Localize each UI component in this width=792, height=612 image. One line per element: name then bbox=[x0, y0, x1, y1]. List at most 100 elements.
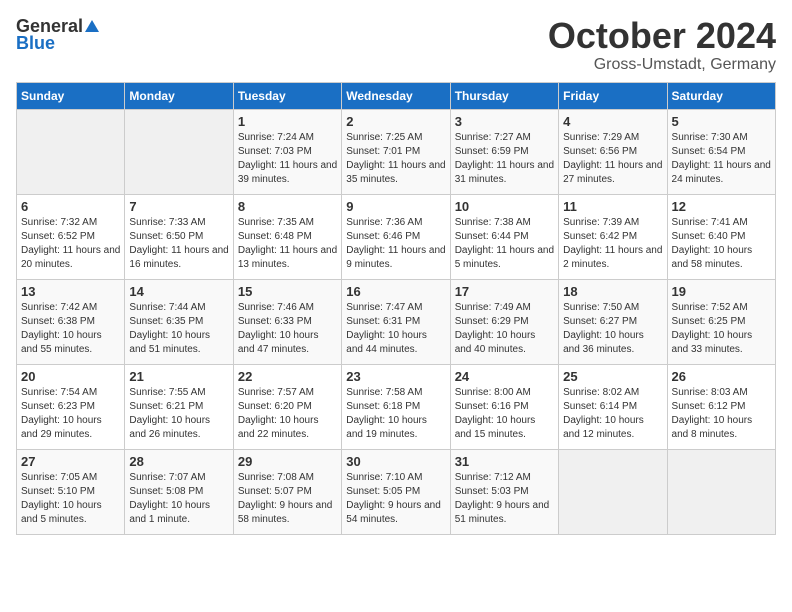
cell-info: Sunrise: 8:00 AMSunset: 6:16 PMDaylight:… bbox=[455, 386, 554, 442]
cell-info: Sunrise: 7:47 AMSunset: 6:31 PMDaylight:… bbox=[346, 301, 445, 357]
col-thursday: Thursday bbox=[450, 82, 558, 109]
day-number: 16 bbox=[346, 284, 445, 299]
day-number: 28 bbox=[129, 454, 228, 469]
calendar-week-row: 20 Sunrise: 7:54 AMSunset: 6:23 PMDayligh… bbox=[17, 364, 776, 449]
calendar-cell: 15 Sunrise: 7:46 AMSunset: 6:33 PMDayligh… bbox=[233, 279, 341, 364]
day-number: 24 bbox=[455, 369, 554, 384]
location-title: Gross-Umstadt, Germany bbox=[548, 56, 776, 74]
col-tuesday: Tuesday bbox=[233, 82, 341, 109]
logo-triangle-icon bbox=[85, 20, 99, 32]
cell-info: Sunrise: 7:57 AMSunset: 6:20 PMDaylight:… bbox=[238, 386, 337, 442]
day-number: 9 bbox=[346, 199, 445, 214]
calendar-cell bbox=[125, 109, 233, 194]
cell-info: Sunrise: 7:46 AMSunset: 6:33 PMDaylight:… bbox=[238, 301, 337, 357]
day-number: 6 bbox=[21, 199, 120, 214]
cell-info: Sunrise: 7:24 AMSunset: 7:03 PMDaylight:… bbox=[238, 131, 337, 187]
day-number: 8 bbox=[238, 199, 337, 214]
day-number: 10 bbox=[455, 199, 554, 214]
calendar-cell: 8 Sunrise: 7:35 AMSunset: 6:48 PMDaylight… bbox=[233, 194, 341, 279]
calendar-cell: 16 Sunrise: 7:47 AMSunset: 6:31 PMDayligh… bbox=[342, 279, 450, 364]
day-number: 1 bbox=[238, 114, 337, 129]
col-monday: Monday bbox=[125, 82, 233, 109]
calendar-cell bbox=[667, 449, 775, 534]
calendar-cell: 5 Sunrise: 7:30 AMSunset: 6:54 PMDaylight… bbox=[667, 109, 775, 194]
cell-info: Sunrise: 7:39 AMSunset: 6:42 PMDaylight:… bbox=[563, 216, 662, 272]
calendar-cell: 6 Sunrise: 7:32 AMSunset: 6:52 PMDaylight… bbox=[17, 194, 125, 279]
day-number: 22 bbox=[238, 369, 337, 384]
calendar-cell: 13 Sunrise: 7:42 AMSunset: 6:38 PMDayligh… bbox=[17, 279, 125, 364]
day-number: 3 bbox=[455, 114, 554, 129]
calendar-week-row: 6 Sunrise: 7:32 AMSunset: 6:52 PMDaylight… bbox=[17, 194, 776, 279]
calendar-week-row: 13 Sunrise: 7:42 AMSunset: 6:38 PMDayligh… bbox=[17, 279, 776, 364]
calendar-cell: 26 Sunrise: 8:03 AMSunset: 6:12 PMDayligh… bbox=[667, 364, 775, 449]
day-number: 15 bbox=[238, 284, 337, 299]
calendar-cell: 18 Sunrise: 7:50 AMSunset: 6:27 PMDayligh… bbox=[559, 279, 667, 364]
page-header: General Blue October 2024 Gross-Umstadt,… bbox=[16, 16, 776, 74]
calendar-header-row: Sunday Monday Tuesday Wednesday Thursday… bbox=[17, 82, 776, 109]
day-number: 26 bbox=[672, 369, 771, 384]
cell-info: Sunrise: 7:42 AMSunset: 6:38 PMDaylight:… bbox=[21, 301, 120, 357]
cell-info: Sunrise: 8:03 AMSunset: 6:12 PMDaylight:… bbox=[672, 386, 771, 442]
day-number: 20 bbox=[21, 369, 120, 384]
cell-info: Sunrise: 7:05 AMSunset: 5:10 PMDaylight:… bbox=[21, 471, 120, 527]
calendar-cell: 30 Sunrise: 7:10 AMSunset: 5:05 PMDayligh… bbox=[342, 449, 450, 534]
day-number: 23 bbox=[346, 369, 445, 384]
title-block: October 2024 Gross-Umstadt, Germany bbox=[548, 16, 776, 74]
calendar-cell: 7Sunrise: 7:33 AMSunset: 6:50 PMDaylight… bbox=[125, 194, 233, 279]
calendar-week-row: 1 Sunrise: 7:24 AMSunset: 7:03 PMDaylight… bbox=[17, 109, 776, 194]
calendar-cell: 3Sunrise: 7:27 AMSunset: 6:59 PMDaylight… bbox=[450, 109, 558, 194]
cell-info: Sunrise: 7:30 AMSunset: 6:54 PMDaylight:… bbox=[672, 131, 771, 187]
calendar-cell: 22 Sunrise: 7:57 AMSunset: 6:20 PMDayligh… bbox=[233, 364, 341, 449]
cell-info: Sunrise: 7:49 AMSunset: 6:29 PMDaylight:… bbox=[455, 301, 554, 357]
day-number: 21 bbox=[129, 369, 228, 384]
calendar-cell: 12 Sunrise: 7:41 AMSunset: 6:40 PMDayligh… bbox=[667, 194, 775, 279]
col-wednesday: Wednesday bbox=[342, 82, 450, 109]
cell-info: Sunrise: 7:38 AMSunset: 6:44 PMDaylight:… bbox=[455, 216, 554, 272]
cell-info: Sunrise: 7:52 AMSunset: 6:25 PMDaylight:… bbox=[672, 301, 771, 357]
day-number: 31 bbox=[455, 454, 554, 469]
day-number: 2 bbox=[346, 114, 445, 129]
cell-info: Sunrise: 7:32 AMSunset: 6:52 PMDaylight:… bbox=[21, 216, 120, 272]
day-number: 4 bbox=[563, 114, 662, 129]
calendar-cell: 14Sunrise: 7:44 AMSunset: 6:35 PMDayligh… bbox=[125, 279, 233, 364]
cell-info: Sunrise: 7:55 AMSunset: 6:21 PMDaylight:… bbox=[129, 386, 228, 442]
cell-info: Sunrise: 7:35 AMSunset: 6:48 PMDaylight:… bbox=[238, 216, 337, 272]
calendar-cell: 27Sunrise: 7:05 AMSunset: 5:10 PMDayligh… bbox=[17, 449, 125, 534]
cell-info: Sunrise: 7:08 AMSunset: 5:07 PMDaylight:… bbox=[238, 471, 337, 527]
day-number: 12 bbox=[672, 199, 771, 214]
cell-info: Sunrise: 7:29 AMSunset: 6:56 PMDaylight:… bbox=[563, 131, 662, 187]
calendar-cell: 29 Sunrise: 7:08 AMSunset: 5:07 PMDayligh… bbox=[233, 449, 341, 534]
cell-info: Sunrise: 7:58 AMSunset: 6:18 PMDaylight:… bbox=[346, 386, 445, 442]
day-number: 5 bbox=[672, 114, 771, 129]
day-number: 18 bbox=[563, 284, 662, 299]
day-number: 17 bbox=[455, 284, 554, 299]
calendar-cell: 28 Sunrise: 7:07 AMSunset: 5:08 PMDayligh… bbox=[125, 449, 233, 534]
cell-info: Sunrise: 7:10 AMSunset: 5:05 PMDaylight:… bbox=[346, 471, 445, 527]
logo: General Blue bbox=[16, 16, 99, 54]
calendar-cell: 25Sunrise: 8:02 AMSunset: 6:14 PMDayligh… bbox=[559, 364, 667, 449]
cell-info: Sunrise: 7:07 AMSunset: 5:08 PMDaylight:… bbox=[129, 471, 228, 527]
col-friday: Friday bbox=[559, 82, 667, 109]
day-number: 11 bbox=[563, 199, 662, 214]
cell-info: Sunrise: 7:54 AMSunset: 6:23 PMDaylight:… bbox=[21, 386, 120, 442]
cell-info: Sunrise: 7:50 AMSunset: 6:27 PMDaylight:… bbox=[563, 301, 662, 357]
cell-info: Sunrise: 7:12 AMSunset: 5:03 PMDaylight:… bbox=[455, 471, 554, 527]
calendar-cell: 23 Sunrise: 7:58 AMSunset: 6:18 PMDayligh… bbox=[342, 364, 450, 449]
cell-info: Sunrise: 8:02 AMSunset: 6:14 PMDaylight:… bbox=[563, 386, 662, 442]
day-number: 14 bbox=[129, 284, 228, 299]
calendar-week-row: 27Sunrise: 7:05 AMSunset: 5:10 PMDayligh… bbox=[17, 449, 776, 534]
cell-info: Sunrise: 7:41 AMSunset: 6:40 PMDaylight:… bbox=[672, 216, 771, 272]
col-sunday: Sunday bbox=[17, 82, 125, 109]
day-number: 13 bbox=[21, 284, 120, 299]
day-number: 30 bbox=[346, 454, 445, 469]
calendar-cell: 9 Sunrise: 7:36 AMSunset: 6:46 PMDaylight… bbox=[342, 194, 450, 279]
calendar-table: Sunday Monday Tuesday Wednesday Thursday… bbox=[16, 82, 776, 535]
day-number: 29 bbox=[238, 454, 337, 469]
cell-info: Sunrise: 7:36 AMSunset: 6:46 PMDaylight:… bbox=[346, 216, 445, 272]
cell-info: Sunrise: 7:33 AMSunset: 6:50 PMDaylight:… bbox=[129, 216, 228, 272]
calendar-cell: 20 Sunrise: 7:54 AMSunset: 6:23 PMDayligh… bbox=[17, 364, 125, 449]
calendar-cell: 2Sunrise: 7:25 AMSunset: 7:01 PMDaylight… bbox=[342, 109, 450, 194]
calendar-cell: 4 Sunrise: 7:29 AMSunset: 6:56 PMDaylight… bbox=[559, 109, 667, 194]
logo-blue-text: Blue bbox=[16, 33, 55, 54]
calendar-cell: 24 Sunrise: 8:00 AMSunset: 6:16 PMDayligh… bbox=[450, 364, 558, 449]
